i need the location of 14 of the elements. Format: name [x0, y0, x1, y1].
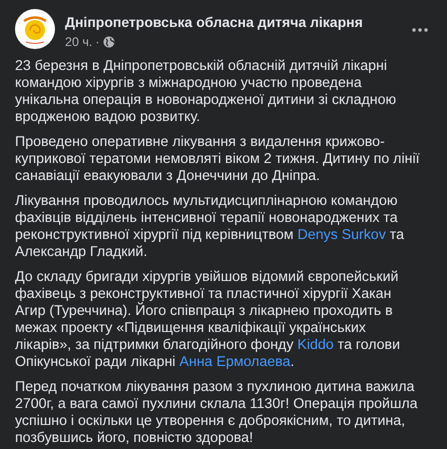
link[interactable]: Denys Surkov [297, 227, 386, 243]
separator-dot: · [95, 35, 100, 49]
post-time[interactable]: 20 ч. [65, 35, 92, 49]
page-name-link[interactable]: Дніпропетровська обласна дитяча лікарня [65, 14, 363, 30]
globe-icon [102, 36, 115, 48]
post-paragraph: Лікування проводилось мультидисциплінарною командою фахівців відділень інтенсивної терапії новонароджених та реконструктивної хірургії під керівництвом Denys Surkov та Александр Гладкий. [15, 193, 405, 261]
link[interactable]: Kiddo [297, 337, 334, 353]
post-paragraph: Проведено оперативне лікування з видалення крижово-куприкової тератоми немовляті віком 2 тижня. Дитину по лінії санавіації евакуювали з Донеччини до Дніпра. [15, 134, 420, 185]
link[interactable]: Анна Ермолаева [179, 354, 290, 370]
more-options-icon[interactable] [412, 28, 428, 32]
logo-icon[interactable] [15, 9, 55, 49]
post-paragraph: До складу бригади хірургів увійшов відомий європейський фахівець з реконструктивної та пластичної хірургії Хакан Агир (Туреччина). Його співпраця з лікарнею проходить в межах проекту «Підвищення кваліфікації українських лікарів», за підтримки благодійного фонду Kiddo та голови Опікунської ради лікарні Анна Ермолаева. [15, 269, 402, 371]
post-paragraph: 23 березня в Дніпропетровській обласній дитячій лікарні командою хірургів з міжнародною участю проведена унікальна операція в новонародженої дитини зі складною вродженою вадою розвитку. [15, 58, 398, 126]
post-paragraph: Перед початком лікування разом з пухлиною дитина важила 2700г, а вага самої пухлини склала 1130г! Операція пройшла успішно і оскільки це утворення є доброякісним, то дитина, позбувшись його, повністю здорова! [15, 379, 419, 447]
